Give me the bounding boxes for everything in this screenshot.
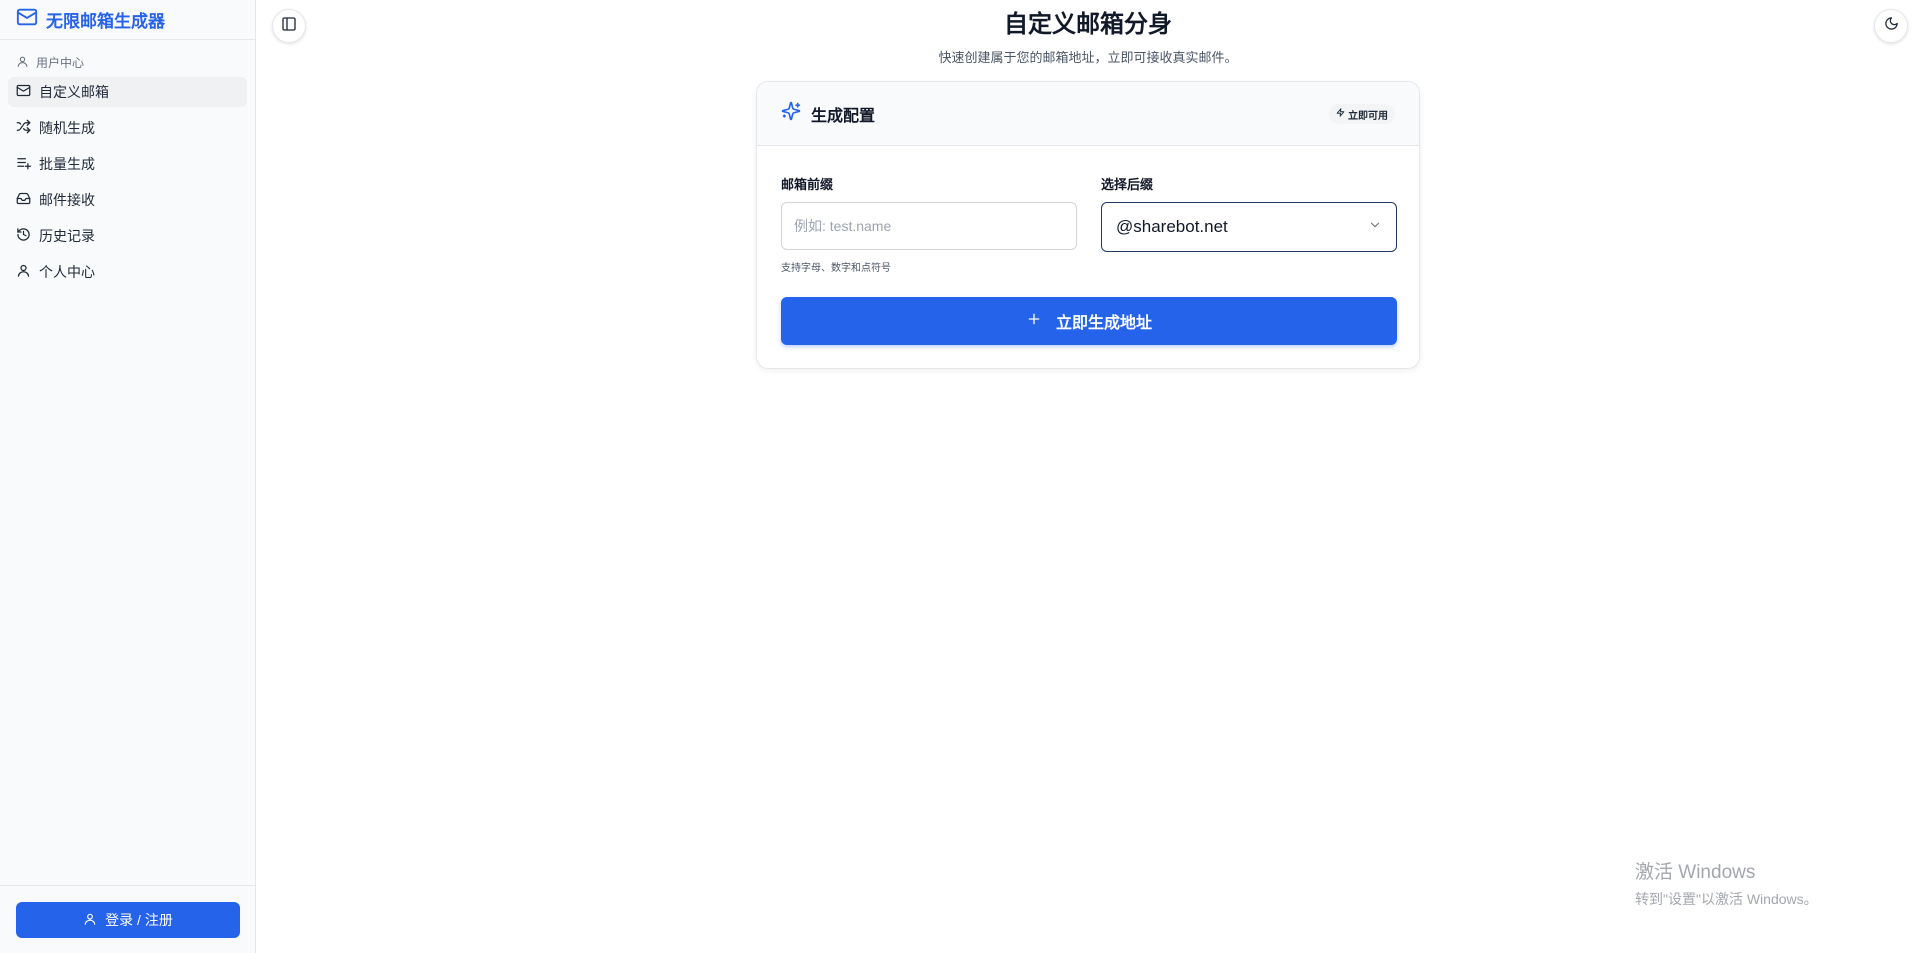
sidebar-item-custom-mailbox[interactable]: 自定义邮箱 [8, 77, 247, 107]
page-header: 自定义邮箱分身 快速创建属于您的邮箱地址，立即可接收真实邮件。 [256, 10, 1920, 66]
sidebar-item-label: 邮件接收 [39, 192, 95, 208]
sparkles-icon [781, 101, 801, 126]
sidebar-item-label: 自定义邮箱 [39, 84, 109, 100]
sidebar-item-random[interactable]: 随机生成 [8, 113, 247, 143]
sidebar: 无限邮箱生成器 用户中心 自定义邮箱 随机生成 批量生成 邮件接收 历史记录 个… [0, 0, 256, 953]
user-icon [16, 55, 29, 71]
generation-config-card: 生成配置 立即可用 邮箱前缀 支持字母、数字和点符号 选择后缀 [756, 81, 1420, 369]
chevron-down-icon [1368, 217, 1382, 237]
sidebar-section-label: 用户中心 [16, 54, 255, 71]
sidebar-item-label: 历史记录 [39, 228, 95, 244]
suffix-field-group: 选择后缀 @sharebot.net [1101, 174, 1397, 274]
history-icon [16, 227, 31, 245]
login-register-button[interactable]: 登录 / 注册 [16, 902, 240, 938]
watermark-line-2: 转到"设置"以激活 Windows。 [1635, 891, 1818, 907]
generate-address-button[interactable]: 立即生成地址 [781, 297, 1397, 345]
sidebar-item-label: 随机生成 [39, 120, 95, 136]
generate-address-label: 立即生成地址 [1055, 315, 1152, 332]
windows-activation-watermark: 激活 Windows 转到"设置"以激活 Windows。 [1635, 862, 1818, 909]
page-subtitle: 快速创建属于您的邮箱地址，立即可接收真实邮件。 [938, 50, 1238, 65]
sidebar-nav: 自定义邮箱 随机生成 批量生成 邮件接收 历史记录 个人中心 [0, 73, 255, 287]
suffix-select-value: @sharebot.net [1116, 217, 1228, 236]
status-badge: 立即可用 [1329, 104, 1395, 124]
mail-icon [16, 83, 31, 101]
sidebar-item-batch[interactable]: 批量生成 [8, 149, 247, 179]
zap-icon [1336, 108, 1345, 120]
card-title: 生成配置 [811, 107, 876, 125]
prefix-hint: 支持字母、数字和点符号 [781, 263, 891, 274]
card-header: 生成配置 立即可用 [757, 82, 1419, 146]
prefix-input[interactable] [781, 202, 1077, 250]
brand-title: 无限邮箱生成器 [46, 12, 165, 31]
status-badge-label: 立即可用 [1348, 110, 1388, 122]
suffix-select[interactable]: @sharebot.net [1101, 202, 1397, 252]
page-title: 自定义邮箱分身 [1004, 11, 1172, 38]
app-root: 无限邮箱生成器 用户中心 自定义邮箱 随机生成 批量生成 邮件接收 历史记录 个… [0, 0, 1920, 953]
sidebar-item-label: 批量生成 [39, 156, 95, 172]
plus-icon [1026, 311, 1042, 332]
brand[interactable]: 无限邮箱生成器 [0, 0, 255, 40]
sidebar-item-history[interactable]: 历史记录 [8, 221, 247, 251]
card-body: 邮箱前缀 支持字母、数字和点符号 选择后缀 @sharebot.net [757, 146, 1419, 345]
inbox-icon [16, 191, 31, 209]
form-fields: 邮箱前缀 支持字母、数字和点符号 选择后缀 @sharebot.net [781, 174, 1397, 274]
login-register-label: 登录 / 注册 [105, 912, 173, 928]
prefix-field-group: 邮箱前缀 支持字母、数字和点符号 [781, 174, 1077, 274]
sidebar-item-label: 个人中心 [39, 264, 95, 280]
watermark-line-1: 激活 Windows [1635, 862, 1756, 883]
sidebar-item-inbox[interactable]: 邮件接收 [8, 185, 247, 215]
user-icon [83, 912, 97, 929]
prefix-label: 邮箱前缀 [781, 177, 834, 192]
section-label-text: 用户中心 [36, 56, 85, 70]
user-icon [16, 263, 31, 281]
sidebar-footer: 登录 / 注册 [0, 885, 255, 953]
suffix-label: 选择后缀 [1101, 177, 1154, 192]
mail-icon [16, 6, 38, 33]
main-content: 自定义邮箱分身 快速创建属于您的邮箱地址，立即可接收真实邮件。 生成配置 立即可… [256, 0, 1920, 953]
list-plus-icon [16, 155, 31, 173]
shuffle-icon [16, 119, 31, 137]
sidebar-item-profile[interactable]: 个人中心 [8, 257, 247, 287]
